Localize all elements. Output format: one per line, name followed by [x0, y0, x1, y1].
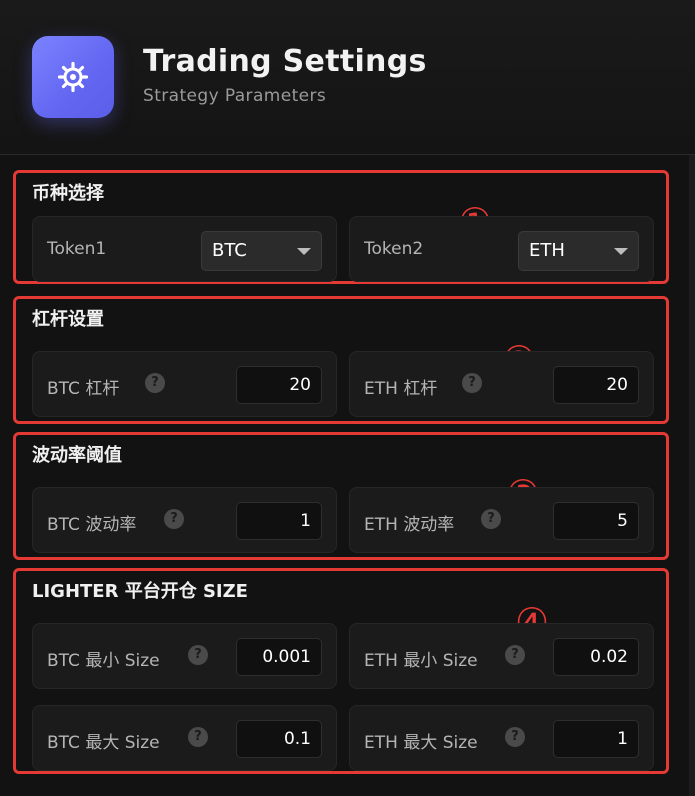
btc-min-size-input[interactable]: 0.001 [236, 638, 322, 676]
btc-leverage-field: BTC 杠杆 ? 20 [32, 351, 337, 417]
select-value: ETH [529, 240, 565, 261]
field-label: BTC 杠杆 [47, 379, 120, 399]
field-label: ETH 杠杆 [364, 379, 438, 399]
eth-leverage-input[interactable]: 20 [553, 366, 639, 404]
help-icon[interactable]: ? [188, 727, 208, 747]
eth-min-size-field: ETH 最小 Size ? 0.02 [349, 623, 654, 689]
btc-volatility-field: BTC 波动率 ? 1 [32, 487, 337, 553]
help-icon[interactable]: ? [164, 509, 184, 529]
field-label: ETH 最小 Size [364, 651, 478, 671]
btc-max-size-input[interactable]: 0.1 [236, 720, 322, 758]
field-label: ETH 最大 Size [364, 733, 478, 753]
eth-max-size-input[interactable]: 1 [553, 720, 639, 758]
help-icon[interactable]: ? [505, 645, 525, 665]
select-value: BTC [212, 240, 247, 261]
help-icon[interactable]: ? [462, 373, 482, 393]
section-title: 杠杆设置 [32, 309, 104, 330]
eth-volatility-field: ETH 波动率 ? 5 [349, 487, 654, 553]
section-title: 币种选择 [32, 183, 104, 204]
scrollbar-track[interactable] [689, 155, 695, 796]
section-title: 波动率阈值 [32, 445, 122, 466]
gear-icon [57, 61, 89, 93]
chevron-down-icon [614, 248, 628, 255]
help-icon[interactable]: ? [145, 373, 165, 393]
app-icon [32, 36, 114, 118]
btc-max-size-field: BTC 最大 Size ? 0.1 [32, 705, 337, 771]
eth-max-size-field: ETH 最大 Size ? 1 [349, 705, 654, 771]
help-icon[interactable]: ? [505, 727, 525, 747]
token1-select[interactable]: BTC [201, 231, 322, 271]
btc-min-size-field: BTC 最小 Size ? 0.001 [32, 623, 337, 689]
btc-leverage-input[interactable]: 20 [236, 366, 322, 404]
eth-leverage-field: ETH 杠杆 ? 20 [349, 351, 654, 417]
field-label: BTC 最大 Size [47, 733, 160, 753]
token2-select[interactable]: ETH [518, 231, 639, 271]
eth-volatility-input[interactable]: 5 [553, 502, 639, 540]
field-label: ETH 波动率 [364, 515, 455, 535]
section-token-select: 币种选择 ① Token1 BTC Token2 ETH [13, 170, 669, 284]
section-title: LIGHTER 平台开仓 SIZE [32, 581, 248, 602]
section-lighter-size: LIGHTER 平台开仓 SIZE ④ BTC 最小 Size ? 0.001 … [13, 568, 669, 774]
settings-header: Trading Settings Strategy Parameters [0, 0, 695, 155]
eth-min-size-input[interactable]: 0.02 [553, 638, 639, 676]
token2-field: Token2 ETH [349, 216, 654, 282]
chevron-down-icon [297, 248, 311, 255]
help-icon[interactable]: ? [188, 645, 208, 665]
field-label: Token1 [47, 239, 107, 259]
btc-volatility-input[interactable]: 1 [236, 502, 322, 540]
help-icon[interactable]: ? [481, 509, 501, 529]
page-title: Trading Settings [143, 44, 427, 79]
page-subtitle: Strategy Parameters [143, 86, 327, 106]
field-label: Token2 [364, 239, 424, 259]
section-leverage: 杠杆设置 ② BTC 杠杆 ? 20 ETH 杠杆 ? 20 [13, 296, 669, 424]
token1-field: Token1 BTC [32, 216, 337, 282]
field-label: BTC 波动率 [47, 515, 137, 535]
section-volatility: 波动率阈值 ③ BTC 波动率 ? 1 ETH 波动率 ? 5 [13, 432, 669, 560]
field-label: BTC 最小 Size [47, 651, 160, 671]
